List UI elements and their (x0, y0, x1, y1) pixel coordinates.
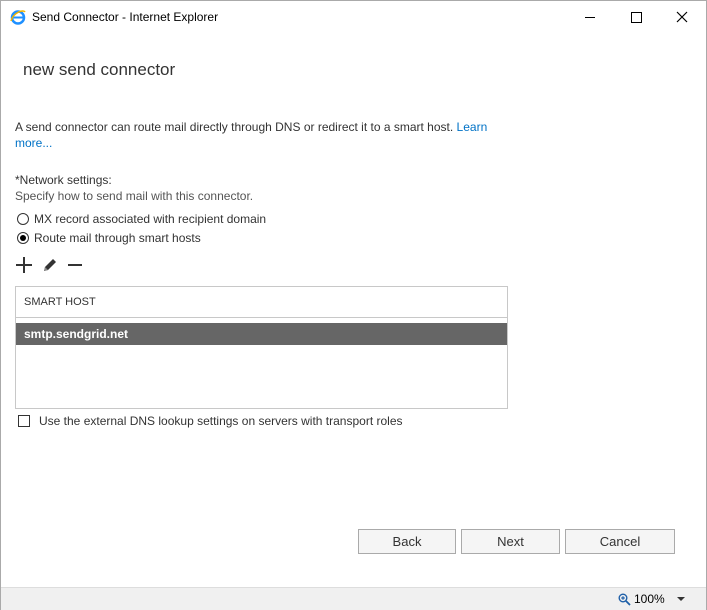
edit-pencil-icon[interactable] (41, 256, 59, 274)
zoom-control[interactable]: 100% (618, 592, 665, 606)
remove-icon[interactable] (67, 256, 85, 274)
zoom-icon (618, 593, 631, 606)
back-button[interactable]: Back (358, 529, 456, 554)
dns-lookup-label: Use the external DNS lookup settings on … (39, 414, 403, 428)
dns-lookup-option[interactable]: Use the external DNS lookup settings on … (18, 414, 403, 428)
title-bar: Send Connector - Internet Explorer (1, 1, 706, 33)
browser-window: Send Connector - Internet Explorer new s… (0, 0, 707, 610)
radio-smart-host[interactable]: Route mail through smart hosts (17, 231, 201, 245)
page-title: new send connector (23, 60, 176, 79)
description-text: A send connector can route mail directly… (15, 120, 454, 134)
network-settings-description: Specify how to send mail with this conne… (15, 189, 254, 203)
chevron-down-icon[interactable] (677, 597, 685, 601)
internet-explorer-icon (10, 10, 26, 25)
add-icon[interactable] (15, 256, 33, 274)
maximize-button[interactable] (613, 1, 659, 33)
radio-mx-record[interactable]: MX record associated with recipient doma… (17, 212, 266, 226)
minimize-icon (585, 16, 595, 18)
dns-lookup-checkbox[interactable] (18, 415, 30, 427)
window-title: Send Connector - Internet Explorer (32, 10, 219, 24)
next-button[interactable]: Next (461, 529, 560, 554)
description: A send connector can route mail directly… (15, 119, 505, 151)
radio-smart-host-label: Route mail through smart hosts (34, 231, 201, 245)
close-icon (676, 11, 688, 23)
close-button[interactable] (659, 1, 705, 33)
cancel-button[interactable]: Cancel (565, 529, 675, 554)
status-bar: 100% (1, 587, 706, 610)
table-header[interactable]: SMART HOST (16, 287, 507, 318)
smart-host-toolbar (15, 256, 85, 274)
radio-mx-circle[interactable] (17, 213, 29, 225)
table-row[interactable]: smtp.sendgrid.net (16, 323, 507, 345)
radio-smart-host-circle[interactable] (17, 232, 29, 244)
zoom-level: 100% (634, 592, 665, 606)
radio-mx-label: MX record associated with recipient doma… (34, 212, 267, 226)
smart-host-table: SMART HOST smtp.sendgrid.net (15, 286, 508, 409)
network-settings-label: *Network settings: (15, 173, 112, 187)
minimize-button[interactable] (567, 1, 613, 33)
maximize-icon (630, 11, 642, 23)
